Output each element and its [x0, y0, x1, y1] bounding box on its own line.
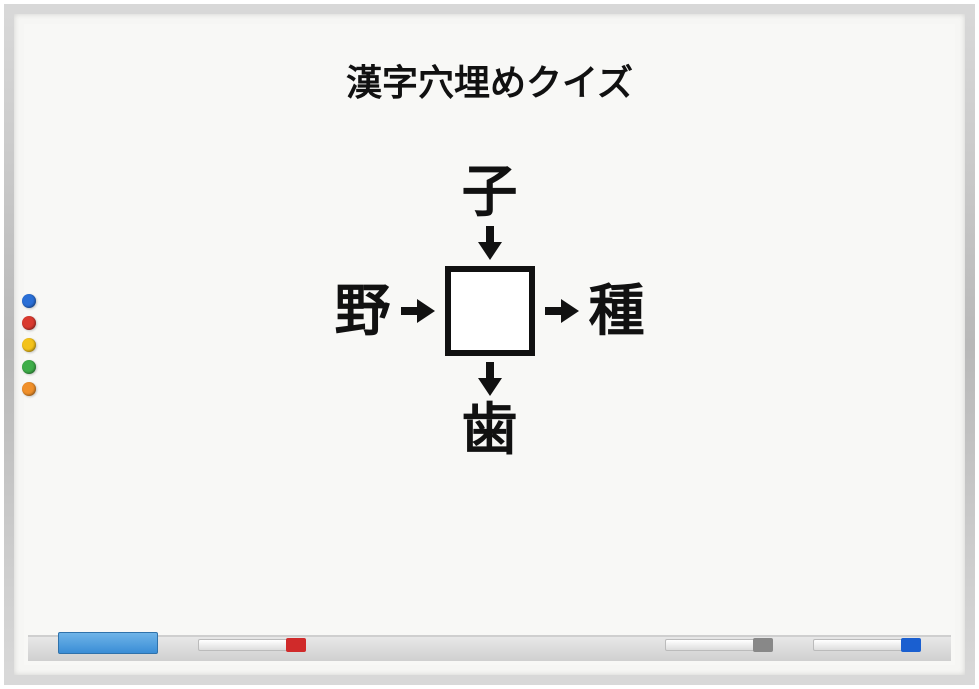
marker-red — [198, 638, 306, 652]
arrow-down-icon — [476, 226, 504, 260]
quiz-title: 漢字穴埋めクイズ — [24, 54, 955, 106]
magnet-green — [22, 360, 36, 374]
puzzle-middle-row: 野 種 — [335, 266, 645, 356]
marker-cap — [901, 638, 921, 652]
marker-cap — [286, 638, 306, 652]
marker-grey — [665, 638, 773, 652]
kanji-left: 野 — [335, 283, 391, 339]
magnet-orange — [22, 382, 36, 396]
kanji-top: 子 — [462, 164, 518, 220]
whiteboard-surface: 漢字穴埋めクイズ 子 野 種 歯 — [24, 24, 955, 665]
magnet-red — [22, 316, 36, 330]
eraser — [58, 632, 158, 654]
marker-blue — [813, 638, 921, 652]
whiteboard-frame: 漢字穴埋めクイズ 子 野 種 歯 — [4, 4, 975, 685]
answer-box[interactable] — [445, 266, 535, 356]
arrow-right-icon — [401, 297, 435, 325]
kanji-puzzle: 子 野 種 歯 — [24, 164, 955, 458]
marker-body — [813, 639, 903, 651]
kanji-right: 種 — [589, 283, 645, 339]
magnet-blue — [22, 294, 36, 308]
marker-tray — [28, 635, 951, 661]
kanji-bottom: 歯 — [462, 402, 518, 458]
marker-body — [665, 639, 755, 651]
arrow-down-icon — [476, 362, 504, 396]
marker-cap — [753, 638, 773, 652]
magnet-yellow — [22, 338, 36, 352]
arrow-right-icon — [545, 297, 579, 325]
magnet-strip — [22, 294, 36, 396]
marker-body — [198, 639, 288, 651]
